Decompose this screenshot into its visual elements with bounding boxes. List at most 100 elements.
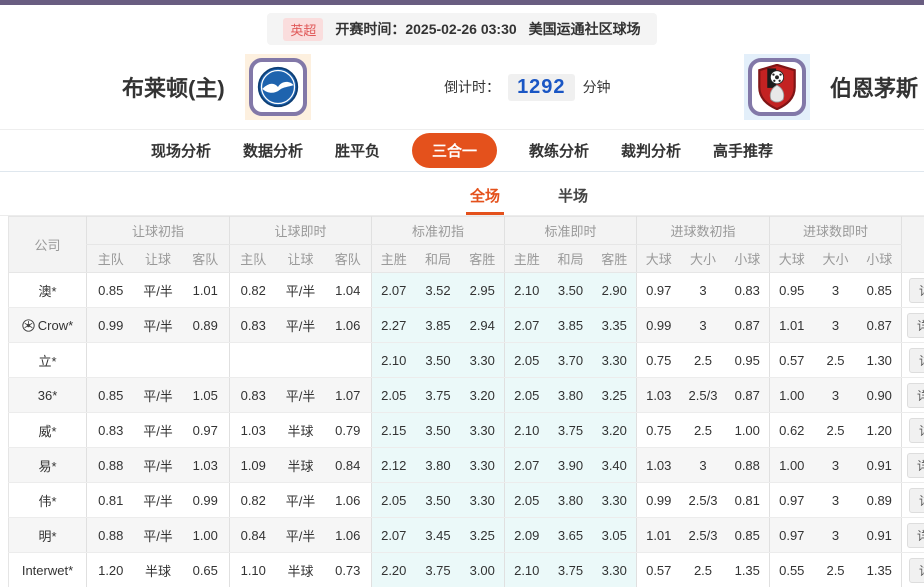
odds-cell: 0.83 <box>725 272 770 308</box>
odds-cell: 0.73 <box>324 552 372 587</box>
company-cell: 伟* <box>8 482 87 518</box>
odds-cell: 3.20 <box>460 377 505 413</box>
odds-cell: 3.52 <box>415 272 461 308</box>
col-company: 公司 <box>8 216 87 273</box>
odds-cell: 3 <box>680 447 726 483</box>
odds-cell: 3.30 <box>460 447 505 483</box>
odds-cell: 3.75 <box>415 377 461 413</box>
odds-cell: 3.65 <box>548 517 593 553</box>
odds-cell: 2.5 <box>680 342 726 378</box>
odds-cell: 半球 <box>276 552 325 587</box>
match-info-row: 英超 开赛时间：2025-02-26 03:30 美国运通社区球场 <box>0 5 924 45</box>
odds-cell: 1.35 <box>857 552 902 587</box>
countdown-unit: 分钟 <box>582 79 611 95</box>
odds-cell: 2.5 <box>680 552 726 587</box>
nav-coach-analysis[interactable]: 教练分析 <box>529 140 589 161</box>
detail-cell: 详 <box>901 552 924 587</box>
home-team: 布莱顿(主) <box>122 54 311 120</box>
subcol: 大球 <box>769 244 814 273</box>
odds-cell: 1.35 <box>725 552 770 587</box>
nav-three-in-one[interactable]: 三合一 <box>411 133 497 168</box>
nav-expert-picks[interactable]: 高手推荐 <box>713 140 773 161</box>
detail-button[interactable]: 详 <box>907 312 924 338</box>
table-row: 立* 2.10 3.50 3.30 2.05 3.70 3.30 0.75 2.5 0.95 0.5… <box>8 342 924 378</box>
odds-cell: 3.00 <box>460 552 505 587</box>
subcol: 主队 <box>86 244 135 273</box>
odds-cell: 平/半 <box>134 412 182 448</box>
subcol: 和局 <box>415 244 461 273</box>
detail-button[interactable]: 详 <box>909 347 924 373</box>
tab-full-match[interactable]: 全场 <box>466 185 505 215</box>
subcol: 小球 <box>857 244 902 273</box>
detail-button[interactable]: 详 <box>909 487 924 513</box>
nav-live-analysis[interactable]: 现场分析 <box>151 140 211 161</box>
detail-button[interactable]: 详 <box>907 522 924 548</box>
nav-win-draw-lose[interactable]: 胜平负 <box>335 140 380 161</box>
detail-cell: 详 <box>901 412 924 448</box>
nav-data-analysis[interactable]: 数据分析 <box>243 140 303 161</box>
detail-button[interactable]: 详 <box>907 452 924 478</box>
subcol: 主胜 <box>371 244 416 273</box>
odds-cell: 0.95 <box>725 342 770 378</box>
odds-cell: 平/半 <box>276 272 325 308</box>
odds-cell: 3.80 <box>548 482 593 518</box>
odds-cell: 3.20 <box>592 412 637 448</box>
odds-cell: 2.10 <box>504 412 549 448</box>
odds-cell: 平/半 <box>276 517 325 553</box>
odds-cell: 2.05 <box>504 377 549 413</box>
odds-cell: 平/半 <box>276 377 325 413</box>
odds-cell: 3 <box>813 377 858 413</box>
kickoff-time: 开赛时间：2025-02-26 03:30 <box>335 21 517 37</box>
away-team-name: 伯恩茅斯 <box>829 76 918 101</box>
odds-cell <box>324 342 372 378</box>
odds-cell: 1.00 <box>725 412 770 448</box>
odds-cell: 3.85 <box>548 307 593 343</box>
odds-cell: 3.50 <box>415 412 461 448</box>
detail-cell: 详 <box>901 517 924 553</box>
odds-cell: 2.5 <box>813 412 858 448</box>
detail-button[interactable]: 详 <box>909 557 924 583</box>
odds-cell: 2.5/3 <box>680 377 726 413</box>
subcol: 主胜 <box>504 244 549 273</box>
detail-cell: 详 <box>901 447 924 483</box>
odds-cell: 3.75 <box>415 552 461 587</box>
odds-cell: 3.80 <box>415 447 461 483</box>
odds-cell <box>134 342 182 378</box>
table-row: Crow* 0.99 平/半 0.89 0.83 平/半 1.06 2.27 3.85 2.94 2… <box>8 307 924 343</box>
nav-referee-analysis[interactable]: 裁判分析 <box>621 140 681 161</box>
teams-row: 布莱顿(主) 倒计时： 1292 分钟 伯恩茅斯 <box>0 45 924 129</box>
odds-cell: 2.27 <box>371 307 416 343</box>
odds-cell: 0.97 <box>769 517 814 553</box>
detail-button[interactable]: 详 <box>909 277 924 303</box>
odds-cell: 0.99 <box>86 307 135 343</box>
odds-cell: 3 <box>813 482 858 518</box>
detail-button[interactable]: 详 <box>909 417 924 443</box>
odds-cell: 3.30 <box>460 412 505 448</box>
odds-cell: 0.91 <box>857 447 902 483</box>
company-cell: Interwet* <box>8 552 87 587</box>
odds-cell: 2.15 <box>371 412 416 448</box>
away-team: 伯恩茅斯 <box>743 54 918 120</box>
odds-cell: 0.99 <box>181 482 230 518</box>
odds-cell: 0.82 <box>229 272 277 308</box>
odds-cell: 平/半 <box>134 482 182 518</box>
odds-cell: 0.89 <box>857 482 902 518</box>
detail-button[interactable]: 详 <box>907 382 924 408</box>
odds-cell: 2.5/3 <box>680 482 726 518</box>
odds-cell: 0.97 <box>181 412 230 448</box>
subcol: 让球 <box>134 244 182 273</box>
odds-cell: 3 <box>813 517 858 553</box>
odds-cell: 0.75 <box>636 342 681 378</box>
odds-cell: 3.50 <box>548 272 593 308</box>
odds-cell: 平/半 <box>276 482 325 518</box>
group-handicap-initial: 让球初指 <box>86 216 230 245</box>
odds-cell: 0.85 <box>725 517 770 553</box>
odds-cell <box>181 342 230 378</box>
detail-cell: 详 <box>901 342 924 378</box>
tab-half-match[interactable]: 半场 <box>554 185 592 215</box>
league-badge: 英超 <box>283 17 324 41</box>
detail-cell: 详 <box>901 307 924 343</box>
odds-table-body: 澳* 0.85 平/半 1.01 0.82 平/半 1.04 2.07 3.52 2.95 2.10… <box>8 272 924 587</box>
odds-cell: 0.81 <box>725 482 770 518</box>
odds-cell: 2.07 <box>504 447 549 483</box>
